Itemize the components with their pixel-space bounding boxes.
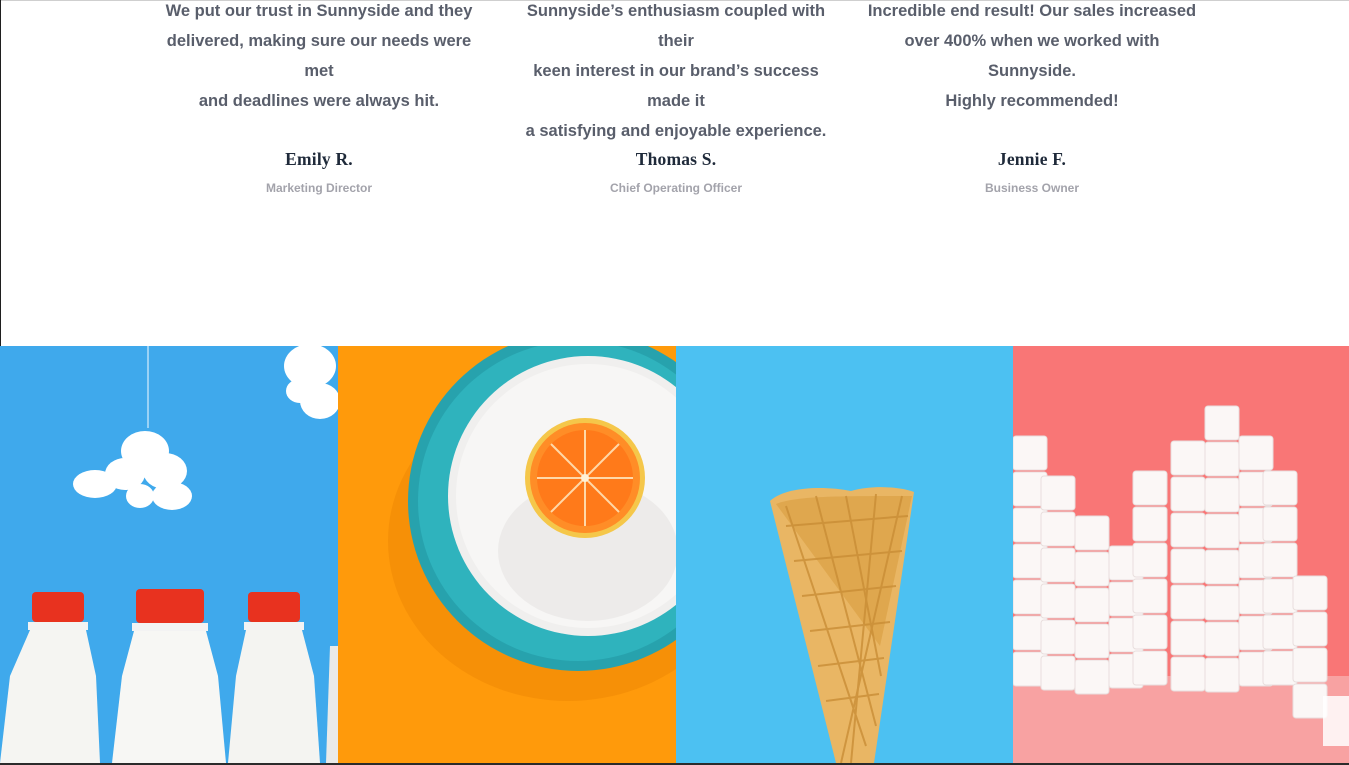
sugar-cube xyxy=(1170,512,1206,548)
sugar-cube xyxy=(1262,542,1298,578)
sugar-cube xyxy=(1132,506,1168,542)
sugar-cube xyxy=(1262,650,1298,686)
sugar-cube xyxy=(1132,542,1168,578)
sugar-cube xyxy=(1013,435,1048,471)
quote-line: We put our trust in Sunnyside and they xyxy=(165,2,473,20)
sugar-cube xyxy=(1074,623,1110,659)
testimonial-card-thomas: Sunnyside’s enthusiasm coupled with thei… xyxy=(511,0,841,195)
sugar-cube xyxy=(1292,611,1328,647)
gallery-image-orange-plate xyxy=(338,346,676,763)
sugar-cube xyxy=(1292,575,1328,611)
orange-plate-illustration xyxy=(338,346,676,763)
sugar-cube xyxy=(1074,587,1110,623)
testimonial-author-role: Chief Operating Officer xyxy=(609,181,743,195)
sugar-cube xyxy=(1040,475,1076,511)
testimonial-card-jennie: Incredible end result! Our sales increas… xyxy=(867,0,1197,195)
testimonial-author-name: Thomas S. xyxy=(635,149,717,169)
sugar-cube xyxy=(1132,650,1168,686)
testimonials-section: We put our trust in Sunnyside and they d… xyxy=(0,0,1349,346)
sugar-cube xyxy=(1204,657,1240,693)
sugar-cube xyxy=(1204,405,1240,441)
sugar-cube xyxy=(1204,621,1240,657)
gallery-image-waffle-cone xyxy=(676,346,1013,763)
gallery-image-milk-bottles xyxy=(0,346,338,763)
quote-line: over 400% when we worked with Sunnyside. xyxy=(904,32,1160,80)
sugar-cube xyxy=(1040,655,1076,691)
sugar-cubes-illustration xyxy=(1013,346,1349,763)
sugar-cube xyxy=(1170,548,1206,584)
quote-line: Sunnyside’s enthusiasm coupled with thei… xyxy=(526,2,826,50)
testimonial-quote: Sunnyside’s enthusiasm coupled with thei… xyxy=(511,0,841,146)
image-gallery xyxy=(0,346,1349,763)
sugar-cube xyxy=(1074,551,1110,587)
quote-line: and deadlines were always hit. xyxy=(198,92,440,110)
sugar-cube xyxy=(1040,583,1076,619)
sugar-cube xyxy=(1132,470,1168,506)
sugar-cube xyxy=(1292,683,1328,719)
sugar-cube xyxy=(1262,470,1298,506)
sugar-cube xyxy=(1040,619,1076,655)
gallery-image-sugar-cubes xyxy=(1013,346,1349,763)
sugar-cube xyxy=(1074,659,1110,695)
sugar-cube xyxy=(1292,647,1328,683)
sugar-cube xyxy=(1132,614,1168,650)
testimonial-author-role: Business Owner xyxy=(984,181,1080,195)
quote-line: delivered, making sure our needs were me… xyxy=(166,32,472,80)
sugar-cube xyxy=(1204,549,1240,585)
testimonial-card-emily: We put our trust in Sunnyside and they d… xyxy=(154,0,484,195)
milk-bottles-illustration xyxy=(0,346,338,763)
quote-line: a satisfying and enjoyable experience. xyxy=(525,122,827,140)
sugar-cube xyxy=(1040,511,1076,547)
sugar-cube xyxy=(1204,441,1240,477)
sugar-cube xyxy=(1074,515,1110,551)
sugar-cube xyxy=(1040,547,1076,583)
sugar-cube xyxy=(1204,477,1240,513)
sugar-cube xyxy=(1204,585,1240,621)
sugar-cube xyxy=(1262,614,1298,650)
testimonial-quote: Incredible end result! Our sales increas… xyxy=(867,0,1197,116)
quote-line: keen interest in our brand’s success mad… xyxy=(533,62,819,110)
sugar-cube xyxy=(1170,476,1206,512)
sugar-cube xyxy=(1262,578,1298,614)
sugar-cube xyxy=(1204,513,1240,549)
waffle-cone-illustration xyxy=(676,346,1013,763)
testimonial-quote: We put our trust in Sunnyside and they d… xyxy=(154,0,484,116)
sugar-cube xyxy=(1170,656,1206,692)
sugar-cube xyxy=(1170,584,1206,620)
sugar-cube xyxy=(1170,440,1206,476)
sugar-cube xyxy=(1238,435,1274,471)
sugar-cube xyxy=(1132,578,1168,614)
sugar-cube xyxy=(1262,506,1298,542)
testimonial-author-role: Marketing Director xyxy=(265,181,373,195)
quote-line: Highly recommended! xyxy=(945,92,1119,110)
sugar-cube xyxy=(1170,620,1206,656)
testimonial-author-name: Jennie F. xyxy=(997,149,1067,169)
testimonial-author-name: Emily R. xyxy=(285,149,353,169)
quote-line: Incredible end result! Our sales increas… xyxy=(867,2,1197,20)
